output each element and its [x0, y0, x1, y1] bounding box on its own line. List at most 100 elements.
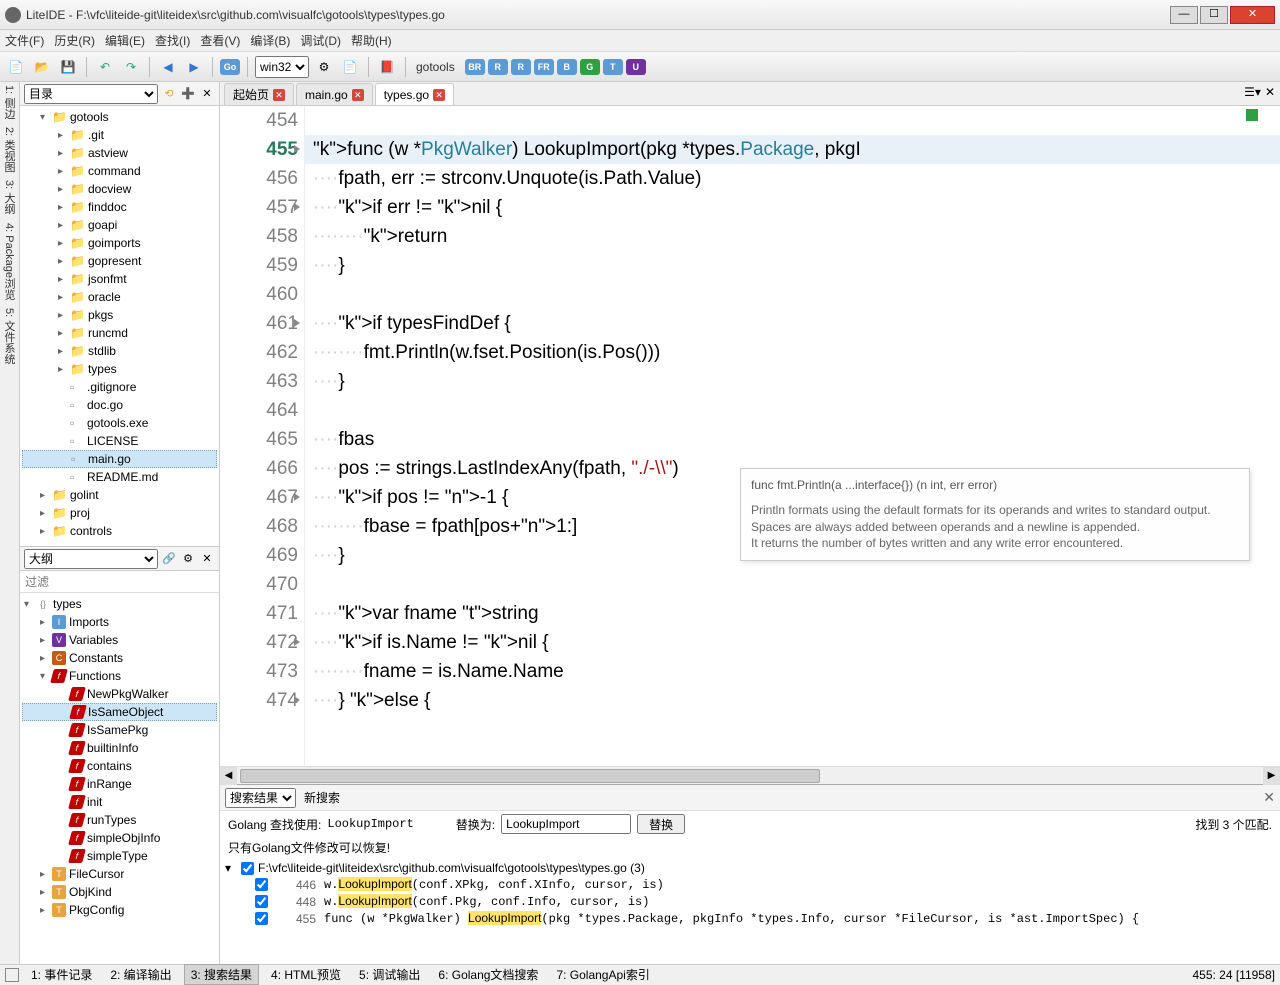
search-result-row[interactable]: 448w.LookupImport(conf.Pkg, conf.Info, c…	[225, 893, 1275, 910]
menu-item[interactable]: 编辑(E)	[105, 32, 145, 49]
status-tab[interactable]: 6: Golang文档搜索	[432, 965, 544, 984]
build-button-G[interactable]: G	[580, 59, 600, 75]
env-gear-icon[interactable]: ⚙	[313, 56, 335, 78]
status-tab[interactable]: 4: HTML预览	[265, 965, 347, 984]
build-button-FR[interactable]: FR	[534, 59, 554, 75]
search-row-check[interactable]	[255, 895, 268, 908]
search-result-row[interactable]: 455func (w *PkgWalker) LookupImport(pkg …	[225, 910, 1275, 927]
tab-close-icon[interactable]: ✕	[1265, 85, 1275, 99]
outline-item[interactable]: fNewPkgWalker	[22, 685, 217, 703]
outline-item[interactable]: ▸TObjKind	[22, 883, 217, 901]
save-icon[interactable]: 💾	[57, 56, 79, 78]
new-file-icon[interactable]: 📄	[5, 56, 27, 78]
menu-item[interactable]: 查看(V)	[200, 32, 240, 49]
back-icon[interactable]: ◀	[157, 56, 179, 78]
go-icon[interactable]: Go	[220, 59, 240, 75]
outline-item[interactable]: fIsSamePkg	[22, 721, 217, 739]
menu-item[interactable]: 历史(R)	[54, 32, 95, 49]
status-tab[interactable]: 2: 编译输出	[104, 965, 177, 984]
outline-item[interactable]: ▸VVariables	[22, 631, 217, 649]
build-button-U[interactable]: U	[626, 59, 646, 75]
tree-item[interactable]: ▸📁oracle	[22, 288, 217, 306]
close-panel-icon[interactable]: ✕	[199, 86, 215, 102]
undo-icon[interactable]: ↶	[94, 56, 116, 78]
outline-item[interactable]: ▸TFileCursor	[22, 865, 217, 883]
build-button-B[interactable]: B	[557, 59, 577, 75]
menu-item[interactable]: 调试(D)	[300, 32, 341, 49]
tree-item[interactable]: ▸📁jsonfmt	[22, 270, 217, 288]
scroll-right-icon[interactable]: ▶	[1263, 767, 1280, 785]
search-results[interactable]: ▾ F:\vfc\liteide-git\liteidex\src\github…	[220, 858, 1280, 964]
scroll-thumb[interactable]	[240, 769, 820, 783]
menu-item[interactable]: 查找(I)	[155, 32, 190, 49]
search-row-check[interactable]	[255, 878, 268, 891]
code-lines[interactable]: "k">func (w *PkgWalker) LookupImport(pkg…	[305, 106, 1280, 766]
tree-item[interactable]: ▫gotools.exe	[22, 414, 217, 432]
build-button-R[interactable]: R	[488, 59, 508, 75]
outline-item[interactable]: ▾fFunctions	[22, 667, 217, 685]
sidetab[interactable]: 1: 侧边	[2, 85, 17, 119]
outline-select[interactable]: 大纲	[24, 549, 158, 569]
tree-item[interactable]: ▸📁runcmd	[22, 324, 217, 342]
search-row-check[interactable]	[255, 912, 268, 925]
forward-icon[interactable]: ▶	[183, 56, 205, 78]
tree-item[interactable]: ▸📁astview	[22, 144, 217, 162]
tree-item[interactable]: ▫doc.go	[22, 396, 217, 414]
sync-icon[interactable]: ⟲	[161, 86, 177, 102]
editor-tab[interactable]: types.go✕	[375, 83, 454, 105]
file-tree[interactable]: ▾📁gotools▸📁.git▸📁astview▸📁command▸📁docvi…	[20, 106, 219, 546]
tree-item[interactable]: ▸📁golint	[22, 486, 217, 504]
outline-item[interactable]: ▸TPkgConfig	[22, 901, 217, 919]
status-tab[interactable]: 3: 搜索结果	[184, 964, 259, 985]
dir-panel-select[interactable]: 目录	[24, 84, 158, 104]
menu-item[interactable]: 文件(F)	[5, 32, 44, 49]
outline-tree[interactable]: ▾{}types▸IImports▸VVariables▸CConstants▾…	[20, 593, 219, 926]
open-folder-icon[interactable]: 📂	[31, 56, 53, 78]
menu-item[interactable]: 编译(B)	[250, 32, 290, 49]
search-file[interactable]: ▾ F:\vfc\liteide-git\liteidex\src\github…	[225, 860, 1275, 876]
tab-close-icon[interactable]: ✕	[352, 89, 364, 101]
build-button-T[interactable]: T	[603, 59, 623, 75]
outline-link-icon[interactable]: 🔗	[161, 551, 177, 567]
editor-hscroll[interactable]: ◀ ▶	[220, 766, 1280, 784]
outline-item[interactable]: finit	[22, 793, 217, 811]
status-tab[interactable]: 7: GolangApi索引	[550, 965, 655, 984]
minimize-button[interactable]: —	[1170, 6, 1198, 24]
tree-item[interactable]: ▸📁stdlib	[22, 342, 217, 360]
replace-button[interactable]: 替换	[637, 814, 685, 834]
tree-item[interactable]: ▫main.go	[22, 450, 217, 468]
search-close-icon[interactable]: ✕	[1263, 789, 1275, 806]
replace-input[interactable]	[501, 814, 631, 834]
code-editor[interactable]: 4544554564574584594604614624634644654664…	[220, 106, 1280, 766]
outline-item[interactable]: finRange	[22, 775, 217, 793]
tree-item[interactable]: ▸📁goimports	[22, 234, 217, 252]
maximize-button[interactable]: ☐	[1200, 6, 1228, 24]
outline-item[interactable]: ▸IImports	[22, 613, 217, 631]
tree-item[interactable]: ▾📁gotools	[22, 108, 217, 126]
sidetab[interactable]: 4: Package浏览	[2, 223, 17, 300]
scroll-left-icon[interactable]: ◀	[220, 767, 237, 785]
search-tab-select[interactable]: 搜索结果	[225, 788, 296, 808]
tree-item[interactable]: ▫README.md	[22, 468, 217, 486]
tree-item[interactable]: ▸📁gopresent	[22, 252, 217, 270]
tab-close-icon[interactable]: ✕	[273, 89, 285, 101]
tree-item[interactable]: ▫LICENSE	[22, 432, 217, 450]
outline-item[interactable]: fbuiltinInfo	[22, 739, 217, 757]
outline-item[interactable]: fcontains	[22, 757, 217, 775]
tab-close-icon[interactable]: ✕	[433, 89, 445, 101]
tree-item[interactable]: ▸📁finddoc	[22, 198, 217, 216]
tree-item[interactable]: ▸📁command	[22, 162, 217, 180]
tree-item[interactable]: ▸📁types	[22, 360, 217, 378]
tree-item[interactable]: ▸📁proj	[22, 504, 217, 522]
tree-item[interactable]: ▸📁docview	[22, 180, 217, 198]
env-select[interactable]: win32	[255, 56, 309, 78]
search-result-row[interactable]: 446w.LookupImport(conf.XPkg, conf.XInfo,…	[225, 876, 1275, 893]
redo-icon[interactable]: ↷	[120, 56, 142, 78]
sidetab[interactable]: 3: 大纲	[2, 180, 17, 214]
status-tab[interactable]: 5: 调试输出	[353, 965, 426, 984]
search-file-check[interactable]	[241, 862, 254, 875]
editor-tab[interactable]: 起始页✕	[224, 83, 294, 105]
close-button[interactable]: ✕	[1230, 6, 1275, 24]
outline-item[interactable]: fsimpleObjInfo	[22, 829, 217, 847]
new-search-label[interactable]: 新搜索	[304, 789, 340, 806]
